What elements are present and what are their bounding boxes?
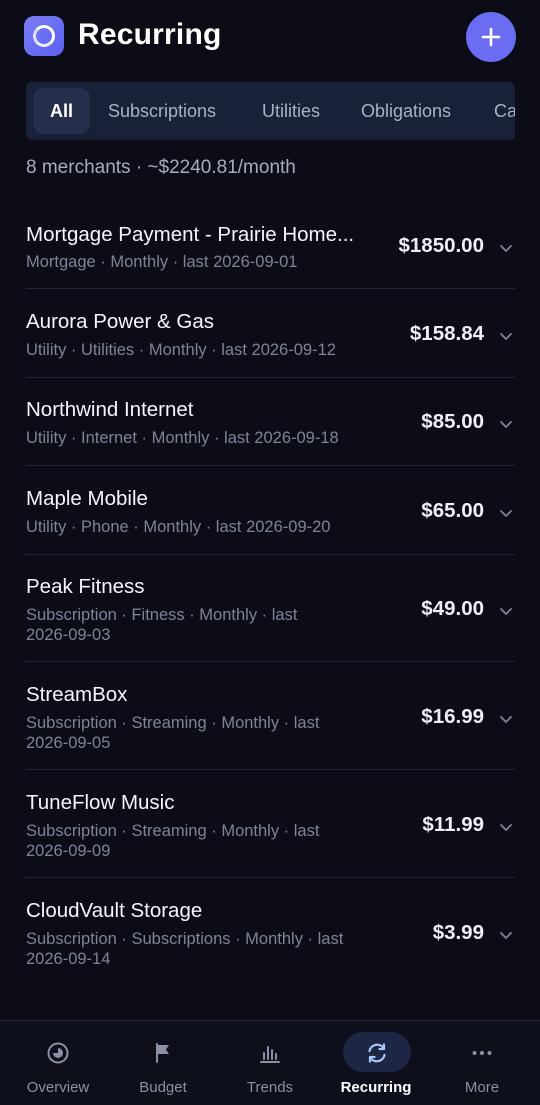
row-divider (26, 465, 515, 466)
merchant-amount: $11.99 (422, 813, 484, 836)
merchant-meta: Utility · Phone · Monthly · last 2026-09… (26, 518, 331, 536)
nav-label: Budget (139, 1079, 187, 1096)
merchant-name: CloudVault Storage (26, 899, 203, 922)
merchant-amount: $1850.00 (398, 234, 484, 257)
chevron-down-icon[interactable] (498, 328, 514, 344)
merchant-meta: Subscription · Fitness · Monthly · last … (26, 606, 298, 644)
chevron-down-icon[interactable] (498, 927, 514, 943)
tab-all[interactable]: All (33, 88, 90, 134)
chevron-down-icon[interactable] (498, 416, 514, 432)
merchant-amount: $85.00 (421, 410, 484, 433)
app-ring-logo-icon (24, 16, 64, 56)
chevron-down-icon[interactable] (498, 819, 514, 835)
merchant-name: Maple Mobile (26, 487, 148, 510)
chevron-down-icon[interactable] (498, 505, 514, 521)
merchant-summary: 8 merchants · ~$2240.81/month (26, 157, 296, 178)
plus-icon (481, 27, 501, 47)
tab-obligations[interactable]: Obligations (361, 88, 451, 134)
merchant-name: Northwind Internet (26, 398, 194, 421)
row-divider (26, 661, 515, 662)
nav-budget[interactable]: Budget (109, 1021, 217, 1105)
merchant-name: Mortgage Payment - Prairie Home... (26, 223, 355, 246)
tab-categories-truncated[interactable]: Ca (494, 88, 515, 134)
merchant-meta: Subscription · Streaming · Monthly · las… (26, 714, 320, 752)
category-tabs: All Subscriptions Utilities Obligations … (26, 82, 515, 140)
nav-overview[interactable]: Overview (4, 1021, 112, 1105)
merchant-amount: $16.99 (421, 705, 484, 728)
recurring-screen: Recurring All Subscriptions Utilities Ob… (0, 0, 540, 1105)
row-divider (26, 288, 515, 289)
app-header: Recurring (0, 0, 540, 76)
merchant-meta: Utility · Utilities · Monthly · last 202… (26, 341, 336, 359)
row-divider (26, 769, 515, 770)
merchant-meta: Mortgage · Monthly · last 2026-09-01 (26, 253, 298, 271)
bar-chart-icon (260, 1046, 280, 1063)
flag-icon (156, 1043, 169, 1063)
merchant-name: TuneFlow Music (26, 791, 175, 814)
nav-label: Trends (246, 1079, 294, 1096)
row-divider (26, 554, 515, 555)
page-title: Recurring (78, 18, 222, 51)
merchant-name: StreamBox (26, 683, 128, 706)
row-divider (26, 377, 515, 378)
chevron-down-icon[interactable] (498, 711, 514, 727)
nav-label: Overview (26, 1079, 90, 1096)
nav-label: More (464, 1079, 500, 1096)
merchant-amount: $49.00 (421, 597, 484, 620)
merchant-amount: $65.00 (421, 499, 484, 522)
merchant-amount: $158.84 (409, 322, 484, 345)
bottom-navigation: Overview Budget Trends Recurring More (0, 1020, 540, 1105)
add-recurring-button[interactable] (466, 12, 516, 62)
more-dots-icon (472, 1051, 492, 1055)
nav-more[interactable]: More (428, 1021, 536, 1105)
nav-recurring[interactable]: Recurring (322, 1021, 430, 1105)
nav-trends[interactable]: Trends (216, 1021, 324, 1105)
row-divider (26, 877, 515, 878)
merchant-meta: Subscription · Subscriptions · Monthly ·… (26, 930, 344, 968)
pie-chart-icon (47, 1042, 69, 1064)
merchant-meta: Utility · Internet · Monthly · last 2026… (26, 429, 339, 447)
merchant-meta: Subscription · Streaming · Monthly · las… (26, 822, 320, 860)
tab-utilities[interactable]: Utilities (262, 88, 320, 134)
merchant-amount: $3.99 (432, 921, 484, 944)
merchant-name: Peak Fitness (26, 575, 145, 598)
merchant-name: Aurora Power & Gas (26, 310, 214, 333)
chevron-down-icon[interactable] (498, 603, 514, 619)
chevron-down-icon[interactable] (498, 240, 514, 256)
tab-subscriptions[interactable]: Subscriptions (108, 88, 216, 134)
refresh-icon (368, 1043, 386, 1063)
nav-label: Recurring (340, 1079, 412, 1096)
